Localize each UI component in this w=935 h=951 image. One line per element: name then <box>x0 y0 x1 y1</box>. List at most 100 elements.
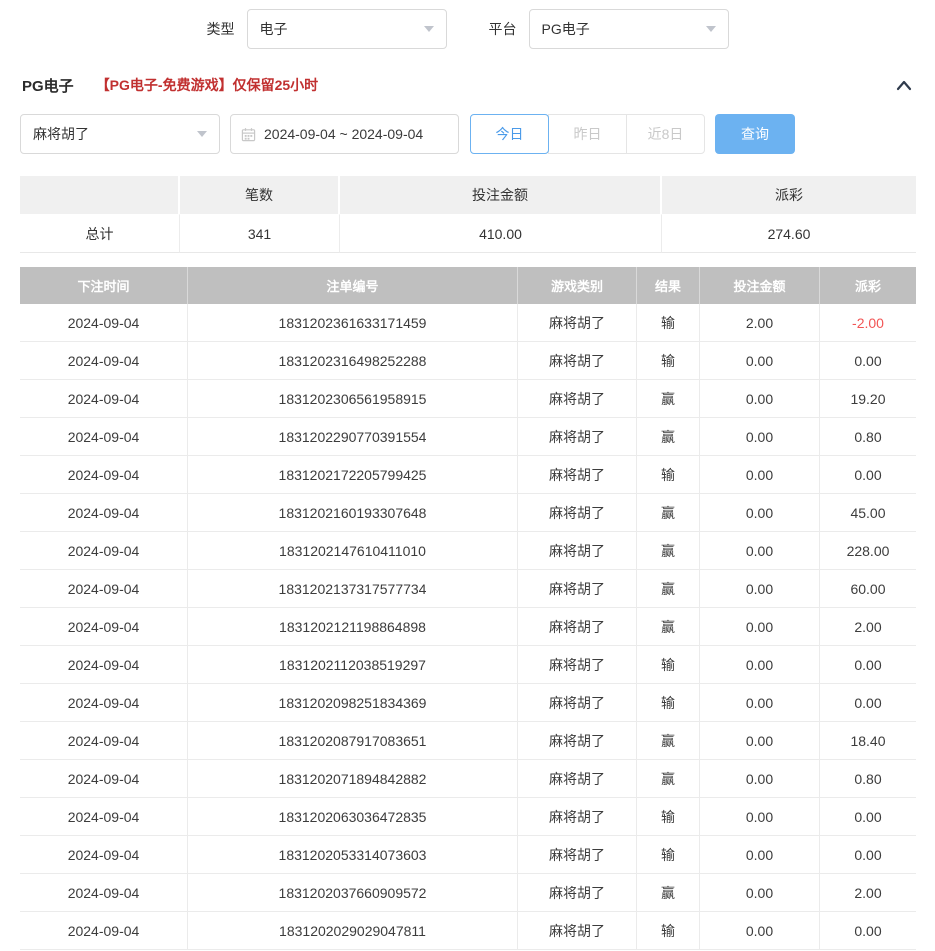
bet-id-cell: 1831202316498252288 <box>188 342 518 380</box>
result-cell: 赢 <box>637 494 700 532</box>
game-type-cell: 麻将胡了 <box>518 304 637 342</box>
bet-amount-cell: 0.00 <box>700 798 820 836</box>
bet-amount-cell: 0.00 <box>700 912 820 950</box>
today-button[interactable]: 今日 <box>470 114 549 154</box>
bet-amount-cell: 2.00 <box>700 304 820 342</box>
result-cell: 赢 <box>637 532 700 570</box>
result-cell: 输 <box>637 684 700 722</box>
bet-id-cell: 1831202172205799425 <box>188 456 518 494</box>
game-select[interactable]: 麻将胡了 <box>20 114 220 154</box>
platform-select-value: PG电子 <box>542 19 590 39</box>
summary-total-count: 341 <box>180 214 340 253</box>
summary-total-row: 总计 341 410.00 274.60 <box>20 214 915 253</box>
table-row: 2024-09-04 1831202361633171459 麻将胡了 输 2.… <box>20 304 915 342</box>
summary-header-row: 笔数 投注金额 派彩 <box>20 176 915 214</box>
payout-cell: 228.00 <box>820 532 916 570</box>
bet-id-cell: 1831202290770391554 <box>188 418 518 456</box>
bet-header-time: 下注时间 <box>20 267 188 304</box>
filter-row: 麻将胡了 2024-09-04 ~ 2024-09-04 今日 昨日 近8日 查… <box>0 114 935 154</box>
table-row: 2024-09-04 1831202121198864898 麻将胡了 赢 0.… <box>20 608 915 646</box>
platform-select[interactable]: PG电子 <box>529 9 729 49</box>
bet-amount-cell: 0.00 <box>700 874 820 912</box>
game-type-cell: 麻将胡了 <box>518 646 637 684</box>
payout-cell: 0.00 <box>820 684 916 722</box>
bet-header-id: 注单编号 <box>188 267 518 304</box>
payout-cell: -2.00 <box>820 304 916 342</box>
table-row: 2024-09-04 1831202053314073603 麻将胡了 输 0.… <box>20 836 915 874</box>
calendar-icon <box>241 127 256 142</box>
game-type-cell: 麻将胡了 <box>518 342 637 380</box>
bet-id-cell: 1831202087917083651 <box>188 722 518 760</box>
bet-amount-cell: 0.00 <box>700 836 820 874</box>
payout-cell: 0.80 <box>820 760 916 798</box>
result-cell: 赢 <box>637 380 700 418</box>
payout-cell: 19.20 <box>820 380 916 418</box>
payout-cell: 60.00 <box>820 570 916 608</box>
game-type-cell: 麻将胡了 <box>518 532 637 570</box>
section-title: PG电子 <box>22 75 74 96</box>
table-row: 2024-09-04 1831202172205799425 麻将胡了 输 0.… <box>20 456 915 494</box>
bet-id-cell: 1831202121198864898 <box>188 608 518 646</box>
bet-id-cell: 1831202053314073603 <box>188 836 518 874</box>
payout-cell: 0.00 <box>820 456 916 494</box>
bet-time-cell: 2024-09-04 <box>20 608 188 646</box>
summary-total-label: 总计 <box>20 214 180 253</box>
last8days-button[interactable]: 近8日 <box>626 114 705 154</box>
type-select[interactable]: 电子 <box>247 9 447 49</box>
table-row: 2024-09-04 1831202098251834369 麻将胡了 输 0.… <box>20 684 915 722</box>
bet-amount-cell: 0.00 <box>700 418 820 456</box>
table-row: 2024-09-04 1831202290770391554 麻将胡了 赢 0.… <box>20 418 915 456</box>
date-range-input[interactable]: 2024-09-04 ~ 2024-09-04 <box>230 114 459 154</box>
bet-table-body: 2024-09-04 1831202361633171459 麻将胡了 输 2.… <box>20 304 915 950</box>
bet-header-game: 游戏类别 <box>518 267 637 304</box>
game-type-cell: 麻将胡了 <box>518 418 637 456</box>
bet-id-cell: 1831202137317577734 <box>188 570 518 608</box>
section-header: PG电子 【PG电子-免费游戏】仅保留25小时 <box>0 74 935 96</box>
bet-time-cell: 2024-09-04 <box>20 646 188 684</box>
bet-time-cell: 2024-09-04 <box>20 722 188 760</box>
date-range-value: 2024-09-04 ~ 2024-09-04 <box>264 126 423 142</box>
platform-label: 平台 <box>489 19 517 39</box>
result-cell: 输 <box>637 456 700 494</box>
game-type-cell: 麻将胡了 <box>518 380 637 418</box>
collapse-button[interactable] <box>895 78 913 92</box>
table-row: 2024-09-04 1831202112038519297 麻将胡了 输 0.… <box>20 646 915 684</box>
summary-header-blank <box>20 176 180 214</box>
payout-cell: 18.40 <box>820 722 916 760</box>
bet-amount-cell: 0.00 <box>700 380 820 418</box>
type-select-value: 电子 <box>260 19 288 39</box>
bet-id-cell: 1831202306561958915 <box>188 380 518 418</box>
game-type-cell: 麻将胡了 <box>518 570 637 608</box>
bet-time-cell: 2024-09-04 <box>20 304 188 342</box>
chevron-down-icon <box>706 26 716 32</box>
query-button[interactable]: 查询 <box>715 114 795 154</box>
table-row: 2024-09-04 1831202037660909572 麻将胡了 赢 0.… <box>20 874 915 912</box>
result-cell: 输 <box>637 304 700 342</box>
summary-header-count: 笔数 <box>180 176 340 214</box>
bet-amount-cell: 0.00 <box>700 646 820 684</box>
summary-total-bet-amount: 410.00 <box>340 214 662 253</box>
yesterday-button[interactable]: 昨日 <box>548 114 627 154</box>
bet-amount-cell: 0.00 <box>700 760 820 798</box>
game-type-cell: 麻将胡了 <box>518 836 637 874</box>
bet-id-cell: 1831202029029047811 <box>188 912 518 950</box>
summary-total-payout: 274.60 <box>662 214 916 253</box>
table-row: 2024-09-04 1831202063036472835 麻将胡了 输 0.… <box>20 798 915 836</box>
chevron-down-icon <box>197 131 207 137</box>
bet-time-cell: 2024-09-04 <box>20 494 188 532</box>
result-cell: 赢 <box>637 722 700 760</box>
game-type-cell: 麻将胡了 <box>518 684 637 722</box>
bet-time-cell: 2024-09-04 <box>20 836 188 874</box>
bet-table: 下注时间 注单编号 游戏类别 结果 投注金额 派彩 2024-09-04 183… <box>20 267 915 950</box>
table-row: 2024-09-04 1831202137317577734 麻将胡了 赢 0.… <box>20 570 915 608</box>
bet-header-bet-amount: 投注金额 <box>700 267 820 304</box>
table-row: 2024-09-04 1831202316498252288 麻将胡了 输 0.… <box>20 342 915 380</box>
type-label: 类型 <box>207 19 235 39</box>
bet-id-cell: 1831202361633171459 <box>188 304 518 342</box>
result-cell: 赢 <box>637 874 700 912</box>
bet-time-cell: 2024-09-04 <box>20 570 188 608</box>
bet-table-header-row: 下注时间 注单编号 游戏类别 结果 投注金额 派彩 <box>20 267 915 304</box>
section-notice: 【PG电子-免费游戏】仅保留25小时 <box>96 75 318 95</box>
bet-id-cell: 1831202063036472835 <box>188 798 518 836</box>
game-type-cell: 麻将胡了 <box>518 912 637 950</box>
